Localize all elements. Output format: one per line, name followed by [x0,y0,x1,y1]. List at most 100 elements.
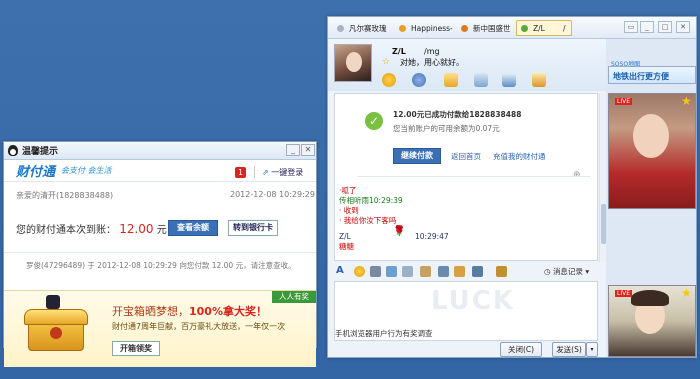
message-history-button[interactable]: ◷ 消息记录 ▾ [544,266,589,277]
message-time: 10:29:39 [369,196,403,205]
penguin-icon [8,145,18,156]
watermark: LUCK [431,286,515,316]
status-emoticon: /mg [424,47,440,56]
tab-label: Happiness- [411,24,453,33]
contact-signature: 对她，用心就好。 [400,58,464,67]
emoticon-icon[interactable] [354,266,365,277]
promo-banner[interactable]: 人人有奖 开宝箱晒梦想，100%拿大奖！ 财付通7周年巨献，百万豪礼大放送，一年… [4,290,316,367]
clock-icon: ◷ [544,267,553,276]
tenpay-logo: 财付通 [16,165,56,180]
account-time: 2012-12-08 10:29:29 [230,190,315,199]
message-history[interactable]: ✓ 12.00元已成功付款给1828838488 您当前账户的可用余额为0.07… [334,93,607,262]
notice-unit: 元 [156,225,167,236]
pay-line-2: 您当前账户的可用余额为0.07元 [393,124,500,133]
star-icon: ★ [681,286,692,300]
promo-subtext: 财付通7周年巨献，百万豪礼大放送，一年仅一次 [112,322,286,331]
font-icon[interactable]: A [336,266,347,277]
pay-line-1: 12.00元已成功付款给1828838488 [393,110,522,119]
brand-slogan: 会支付 会生活 [61,166,112,175]
voice-call-icon[interactable] [412,73,426,87]
header-toolbar [382,73,602,89]
shake-icon[interactable] [386,266,397,277]
notice-prefix: 您的财付通本次到账： [16,225,116,236]
app-icon[interactable] [532,73,546,87]
remote-assist-icon[interactable] [474,73,488,87]
zoom-icon[interactable]: ⊕ [573,170,581,180]
close-icon[interactable]: ✕ [301,144,315,156]
notification-badge[interactable]: 1 [235,167,246,178]
chat-tab-2[interactable]: Happiness- [394,20,454,36]
magic-emoticon-icon[interactable] [370,266,381,277]
send-options-dropdown[interactable]: ▾ [586,342,598,357]
screenshot-icon[interactable] [472,266,483,277]
popup-title: 温馨提示 [22,147,59,157]
calendar-icon[interactable] [496,266,507,277]
chat-tab-3[interactable]: 新中国盛世 [456,20,514,36]
ad-text: 地铁出行更方便 [613,72,669,81]
input-toolbar: A ◷ 消息记录 ▾ [334,263,598,281]
skin-icon[interactable]: ▭ [624,21,638,33]
message-time: 10:29:47 [415,232,449,241]
music-icon[interactable] [454,266,465,277]
history-label: 消息记录 [552,267,583,276]
contact-avatar[interactable] [334,44,372,82]
phone-icon [46,295,60,309]
treasure-chest-icon [20,301,90,357]
chat-tab-1[interactable]: 凡尔赛玫瑰 [332,20,392,36]
live-badge: LIVE [615,98,633,105]
one-click-login-link[interactable]: ⇗ 一键登录 [262,167,303,178]
message-line: · 我给你汝下客吗 [339,216,397,225]
tenpay-notice-popup: 温馨提示 _ ✕ 财付通 会支付 会生活 1 ⇗ 一键登录 亲爱的清开(1828… [3,141,317,367]
continue-pay-button[interactable]: 继续付款 [393,148,441,164]
recharge-link[interactable]: 充值我的财付通 [493,152,546,162]
login-label: 一键登录 [271,168,304,177]
return-home-link[interactable]: 返回首页 [451,152,481,162]
divider [254,166,255,178]
transfer-bank-button[interactable]: 转到银行卡 [228,220,278,236]
tab-label: 凡尔赛玫瑰 [349,24,387,33]
payer-line: 罗俊(47296489) 于 2012-12-08 10:29:29 向您付款 … [26,261,296,270]
soso-map-ad[interactable]: SOSO地图 地铁出行更方便 [608,61,696,84]
popup-body: 财付通 会支付 会生活 1 ⇗ 一键登录 亲爱的清开(1828838488) 2… [4,160,316,367]
chat-tab-bar: 凡尔赛玫瑰 Happiness- 新中国盛世 Z/L / ▭ _ □ ✕ [328,17,696,39]
send-button[interactable]: 发送(S) [552,342,586,357]
login-arrow-icon: ⇗ [262,168,272,177]
message-line: 糖糖 [339,242,354,251]
gift-icon[interactable] [420,266,431,277]
file-transfer-icon[interactable] [444,73,458,87]
account-line: 亲爱的清开(1828838488) [16,191,114,200]
check-icon: ✓ [365,112,383,130]
status-dot-icon [521,25,528,32]
minimize-icon[interactable]: _ [640,21,654,33]
close-button[interactable]: 关闭(C) [500,342,542,357]
survey-link[interactable]: 手机浏览器用户行为有奖调查 [335,328,433,339]
image-icon[interactable] [438,266,449,277]
promo-tag: 人人有奖 [272,291,316,303]
status-dot-icon [337,25,344,32]
minimize-icon[interactable]: _ [286,144,300,156]
open-chest-button[interactable]: 开箱领奖 [112,341,160,356]
payment-success-card: ✓ 12.00元已成功付款给1828838488 您当前账户的可用余额为0.07… [361,102,593,166]
divider [4,252,316,253]
message-input[interactable]: LUCK 手机浏览器用户行为有奖调查 [334,281,598,341]
promo-headline-text: 开宝箱晒梦想， [112,305,189,318]
maximize-icon[interactable]: □ [658,21,672,33]
star-icon: ★ [681,94,692,108]
video-call-icon[interactable] [382,73,396,87]
status-dot-icon [399,25,406,32]
tab-label: Z/L [533,24,545,33]
contact-name: Z/L [392,47,406,56]
voice-message-icon[interactable] [402,266,413,277]
promo-headline: 开宝箱晒梦想，100%拿大奖！ [112,303,267,319]
arrival-notice: 您的财付通本次到账： 12.00 元 [16,221,167,236]
popup-titlebar: 温馨提示 _ ✕ [4,142,316,160]
contact-video-photo[interactable]: LIVE ★ [608,93,696,209]
my-video-photo[interactable]: LIVE ★ [608,285,696,357]
tab-extra: / [563,24,566,33]
message-sender: Z/L [339,232,351,241]
check-balance-button[interactable]: 查看余额 [168,220,218,236]
screen-share-icon[interactable] [502,73,516,87]
rose-icon: 🌹 [393,226,406,237]
close-icon[interactable]: ✕ [676,21,690,33]
chat-tab-4[interactable]: Z/L / [516,20,572,36]
